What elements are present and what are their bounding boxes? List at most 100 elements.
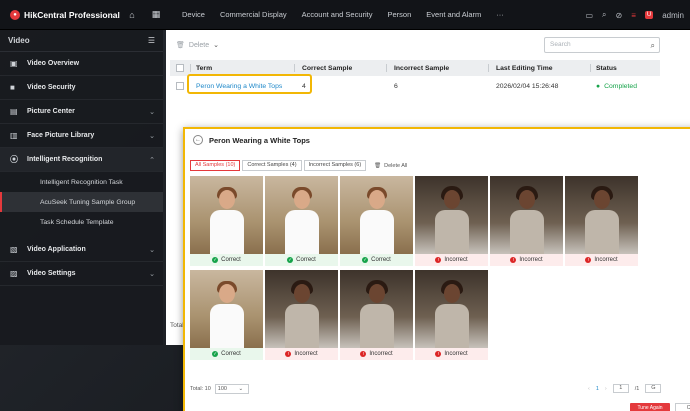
tab-correct-samples[interactable]: Correct Samples (4) xyxy=(242,160,302,171)
task-list-icon[interactable]: ≡ xyxy=(631,11,636,20)
status-badge: Completed xyxy=(604,82,637,90)
sidebar-subitem-task-schedule-template[interactable]: Task Schedule Template xyxy=(0,212,163,232)
menu-event-alarm[interactable]: Event and Alarm xyxy=(426,10,481,19)
dialog-footer: Total: 10 100 ⌄ xyxy=(190,384,249,394)
total-label: Total xyxy=(170,322,184,329)
menu-commercial-display[interactable]: Commercial Display xyxy=(220,10,287,19)
chevron-down-icon: ⌄ xyxy=(149,270,155,278)
chevron-down-icon[interactable]: ⌄ xyxy=(213,41,219,49)
user-name[interactable]: admin xyxy=(662,11,684,20)
search-input[interactable]: Search ⌕ xyxy=(544,37,660,53)
back-arrow-icon[interactable]: ← xyxy=(193,135,203,145)
sidebar-item-video-security[interactable]: ■ Video Security xyxy=(0,76,163,100)
sidebar-item-label: Video Settings xyxy=(27,270,76,277)
column-header-incorrect[interactable]: Incorrect Sample xyxy=(394,60,449,76)
menu-device[interactable]: Device xyxy=(182,10,205,19)
folder-icon[interactable]: ▭ xyxy=(585,11,593,20)
column-header-status[interactable]: Status xyxy=(596,60,617,76)
sidebar-item-label: Video Security xyxy=(27,84,76,91)
tune-again-button[interactable]: Tune Again xyxy=(630,403,670,411)
sample-card[interactable]: ! Incorrect xyxy=(415,176,488,266)
sample-photo xyxy=(190,176,263,254)
cancel-button[interactable]: Ca xyxy=(675,403,690,411)
collapse-icon[interactable]: ☰ xyxy=(148,36,155,45)
sample-card[interactable]: ✓ Correct xyxy=(190,270,263,360)
sample-card[interactable]: ! Incorrect xyxy=(415,270,488,360)
highlight-box xyxy=(187,74,312,94)
page-number-input[interactable]: 1 xyxy=(612,384,629,393)
sidebar-item-video-settings[interactable]: ▨ Video Settings ⌄ xyxy=(0,262,163,286)
error-icon: ! xyxy=(435,351,442,357)
table-row[interactable]: Peron Wearing a White Tops 4 6 2026/02/0… xyxy=(170,74,660,96)
no-entry-icon[interactable]: ⊘ xyxy=(615,11,622,20)
page-size-select[interactable]: 100 ⌄ xyxy=(214,384,249,394)
check-circle-icon: ● xyxy=(596,82,601,90)
sidebar-subitem-tuning-sample-group[interactable]: AcuSeek Tuning Sample Group xyxy=(0,192,163,212)
row-checkbox[interactable] xyxy=(176,82,184,90)
home-icon[interactable]: ⌂ xyxy=(120,10,144,20)
page: { "app": {"title": "HikCentral Professio… xyxy=(0,0,690,411)
menu-more[interactable]: ··· xyxy=(496,10,504,19)
chevron-down-icon: ⌄ xyxy=(238,386,244,392)
dashboard-icon: ▣ xyxy=(10,59,18,68)
sample-card[interactable]: ✓ Correct xyxy=(340,176,413,266)
last-edit-time: 2026/02/04 15:26:48 xyxy=(496,82,559,90)
sample-card[interactable]: ! Incorrect xyxy=(265,270,338,360)
grid-menu-icon[interactable]: ▦ xyxy=(144,9,168,20)
sample-result: ! Incorrect xyxy=(565,254,638,266)
dialog-title: Peron Wearing a White Tops xyxy=(209,135,310,145)
prev-page-icon[interactable]: ‹ xyxy=(588,386,590,392)
page-current[interactable]: 1 xyxy=(596,386,599,392)
sidebar-subitem-recognition-task[interactable]: Intelligent Recognition Task xyxy=(0,172,163,192)
select-all-checkbox[interactable] xyxy=(176,64,184,72)
sample-card[interactable]: ! Incorrect xyxy=(565,176,638,266)
search-icon[interactable]: ⌕ xyxy=(651,39,655,53)
next-page-icon[interactable]: › xyxy=(605,386,607,392)
delete-button[interactable]: Delete xyxy=(189,42,209,49)
column-header-last-edit[interactable]: Last Editing Time xyxy=(496,60,553,76)
top-bar: ● HikCentral Professional ⌂ ▦ Device Com… xyxy=(0,0,690,30)
trash-icon: 🗑 xyxy=(176,42,185,49)
sample-photo xyxy=(340,270,413,348)
sample-result: ! Incorrect xyxy=(340,348,413,360)
sample-card[interactable]: ✓ Correct xyxy=(190,176,263,266)
dialog-header: ← Peron Wearing a White Tops xyxy=(185,129,690,151)
menu-person[interactable]: Person xyxy=(388,10,412,19)
sidebar-item-label: Picture Center xyxy=(27,108,75,115)
top-menu: Device Commercial Display Account and Se… xyxy=(182,10,519,19)
total-count: Total: 10 xyxy=(190,386,211,392)
sidebar-item-face-picture-library[interactable]: ▥ Face Picture Library ⌄ xyxy=(0,124,163,148)
sample-photo xyxy=(490,176,563,254)
picture-icon: ▤ xyxy=(10,107,18,116)
search-icon[interactable]: ⌕ xyxy=(602,10,606,20)
sample-result: ! Incorrect xyxy=(415,348,488,360)
sample-result: ✓ Correct xyxy=(265,254,338,266)
sidebar-item-label: Video Application xyxy=(27,246,86,253)
sample-card[interactable]: ✓ Correct xyxy=(265,176,338,266)
camera-icon: ■ xyxy=(10,83,15,92)
check-icon: ✓ xyxy=(212,351,219,357)
check-icon: ✓ xyxy=(212,257,219,263)
sample-result: ! Incorrect xyxy=(490,254,563,266)
tab-all-samples[interactable]: All Samples (10) xyxy=(190,160,241,171)
go-button[interactable]: G xyxy=(645,384,662,393)
page-total: /1 xyxy=(634,385,640,392)
sidebar-item-picture-center[interactable]: ▤ Picture Center ⌄ xyxy=(0,100,163,124)
brand[interactable]: ● HikCentral Professional xyxy=(0,9,120,20)
chevron-down-icon: ⌄ xyxy=(149,246,155,254)
top-right-tools: ▭ ⌕ ⊘ ≡ U admin xyxy=(585,0,684,30)
sample-card[interactable]: ! Incorrect xyxy=(340,270,413,360)
sidebar-item-video-application[interactable]: ▧ Video Application ⌄ xyxy=(0,238,163,262)
tab-incorrect-samples[interactable]: Incorrect Samples (6) xyxy=(303,160,367,171)
sidebar-item-video-overview[interactable]: ▣ Video Overview xyxy=(0,52,163,76)
delete-all-button[interactable]: Delete All xyxy=(384,163,407,169)
correct-count: 4 xyxy=(302,82,306,90)
sidebar-header: Video ☰ xyxy=(0,30,163,52)
menu-account-security[interactable]: Account and Security xyxy=(302,10,373,19)
sample-card[interactable]: ! Incorrect xyxy=(490,176,563,266)
sidebar-item-intelligent-recognition[interactable]: ⦿ Intelligent Recognition ⌃ xyxy=(0,148,163,172)
check-icon: ✓ xyxy=(362,257,369,263)
notification-icon[interactable]: U xyxy=(644,11,654,19)
settings-icon: ▨ xyxy=(10,269,18,278)
sidebar: Video ☰ ▣ Video Overview ■ Video Securit… xyxy=(0,30,163,345)
